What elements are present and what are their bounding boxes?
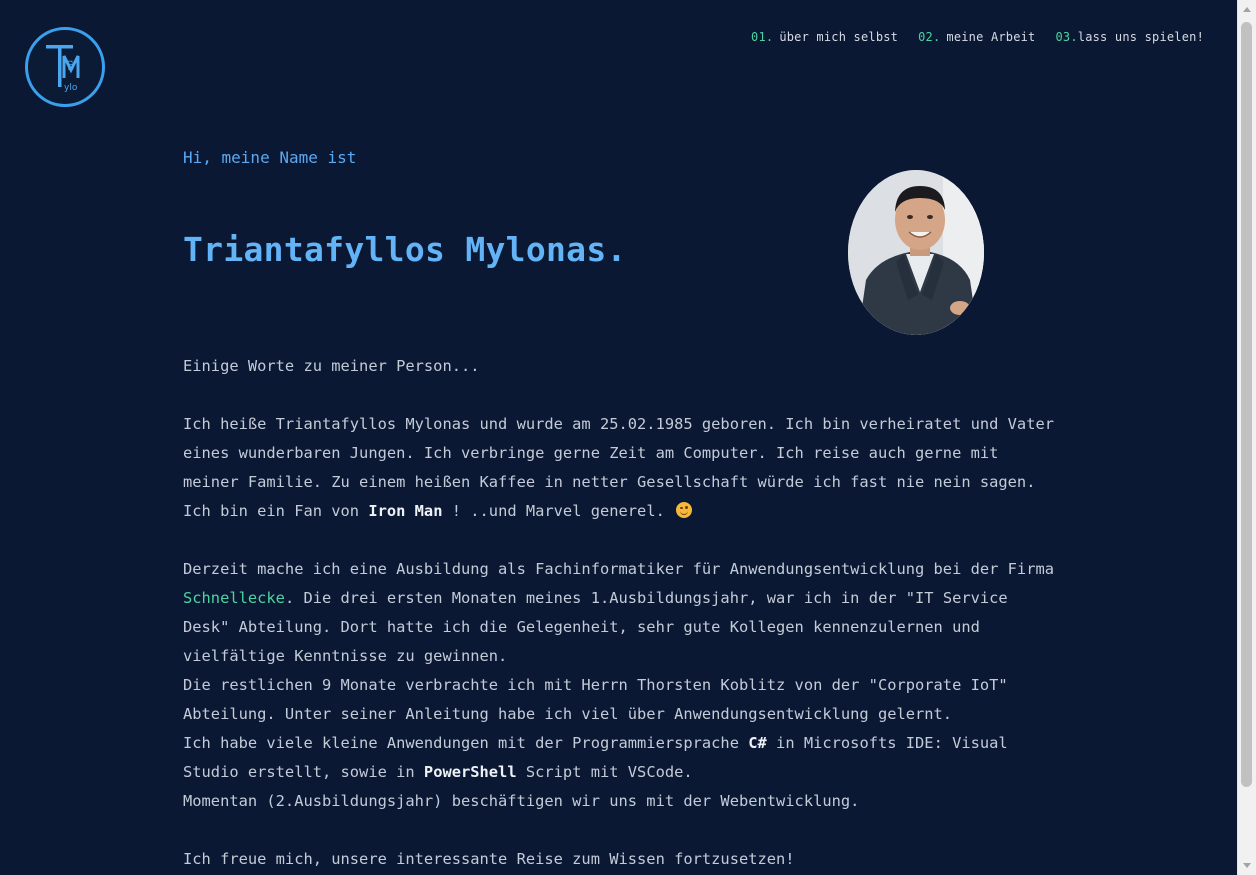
nav-item-about[interactable]: 01. über mich selbst — [751, 30, 898, 44]
main-nav: 01. über mich selbst 02. meine Arbeit 03… — [751, 30, 1204, 44]
text-segment: ! ..und Marvel generel. — [442, 502, 675, 520]
about-paragraph-tools: Ich habe viele kleine Anwendungen mit de… — [183, 729, 1058, 787]
nav-item-play[interactable]: 03. lass uns spielen! — [1056, 30, 1205, 44]
about-paragraph-personal: Ich heiße Triantafyllos Mylonas und wurd… — [183, 410, 1058, 526]
about-paragraph-training: Derzeit mache ich eine Ausbildung als Fa… — [183, 555, 1058, 671]
scroll-down-arrow-icon[interactable] — [1243, 863, 1251, 868]
nav-label: lass uns spielen! — [1077, 30, 1204, 44]
nav-label: meine Arbeit — [946, 30, 1036, 44]
about-closing: Ich freue mich, unsere interessante Reis… — [183, 850, 795, 868]
hero-name: Triantafyllos Mylonas. — [183, 230, 627, 269]
profile-avatar — [848, 170, 984, 335]
about-section: Einige Worte zu meiner Person... Ich hei… — [183, 352, 1058, 874]
svg-text:ria: ria — [66, 60, 75, 71]
hero-greeting: Hi, meine Name ist — [183, 148, 357, 167]
text-segment: Derzeit mache ich eine Ausbildung als Fa… — [183, 560, 1054, 578]
tm-logo-icon[interactable]: ria ylo — [25, 27, 105, 107]
nav-number: 01. — [751, 30, 774, 44]
scroll-up-arrow-icon[interactable] — [1243, 7, 1251, 12]
bold-csharp: C# — [748, 734, 767, 752]
nav-number: 03. — [1055, 30, 1078, 44]
about-paragraph-iot: Die restlichen 9 Monate verbrachte ich m… — [183, 676, 1008, 723]
nav-item-work[interactable]: 02. meine Arbeit — [918, 30, 1035, 44]
wink-emoji-icon — [676, 502, 693, 518]
about-intro: Einige Worte zu meiner Person... — [183, 357, 480, 375]
svg-text:ylo: ylo — [64, 83, 78, 93]
nav-number: 02. — [918, 30, 941, 44]
scroll-thumb[interactable] — [1241, 22, 1252, 787]
vertical-scrollbar[interactable] — [1237, 0, 1256, 875]
company-link[interactable]: Schnellecke — [183, 589, 285, 607]
page: ria ylo 01. über mich selbst 02. meine A… — [0, 0, 1237, 875]
bold-iron-man: Iron Man — [368, 502, 443, 520]
text-segment: . Die drei ersten Monaten meines 1.Ausbi… — [183, 589, 1008, 665]
bold-powershell: PowerShell — [423, 763, 517, 781]
text-segment: Ich habe viele kleine Anwendungen mit de… — [183, 734, 749, 752]
about-paragraph-current: Momentan (2.Ausbildungsjahr) beschäftige… — [183, 792, 860, 810]
text-segment: Script mit VSCode. — [516, 763, 693, 781]
nav-label: über mich selbst — [779, 30, 899, 44]
